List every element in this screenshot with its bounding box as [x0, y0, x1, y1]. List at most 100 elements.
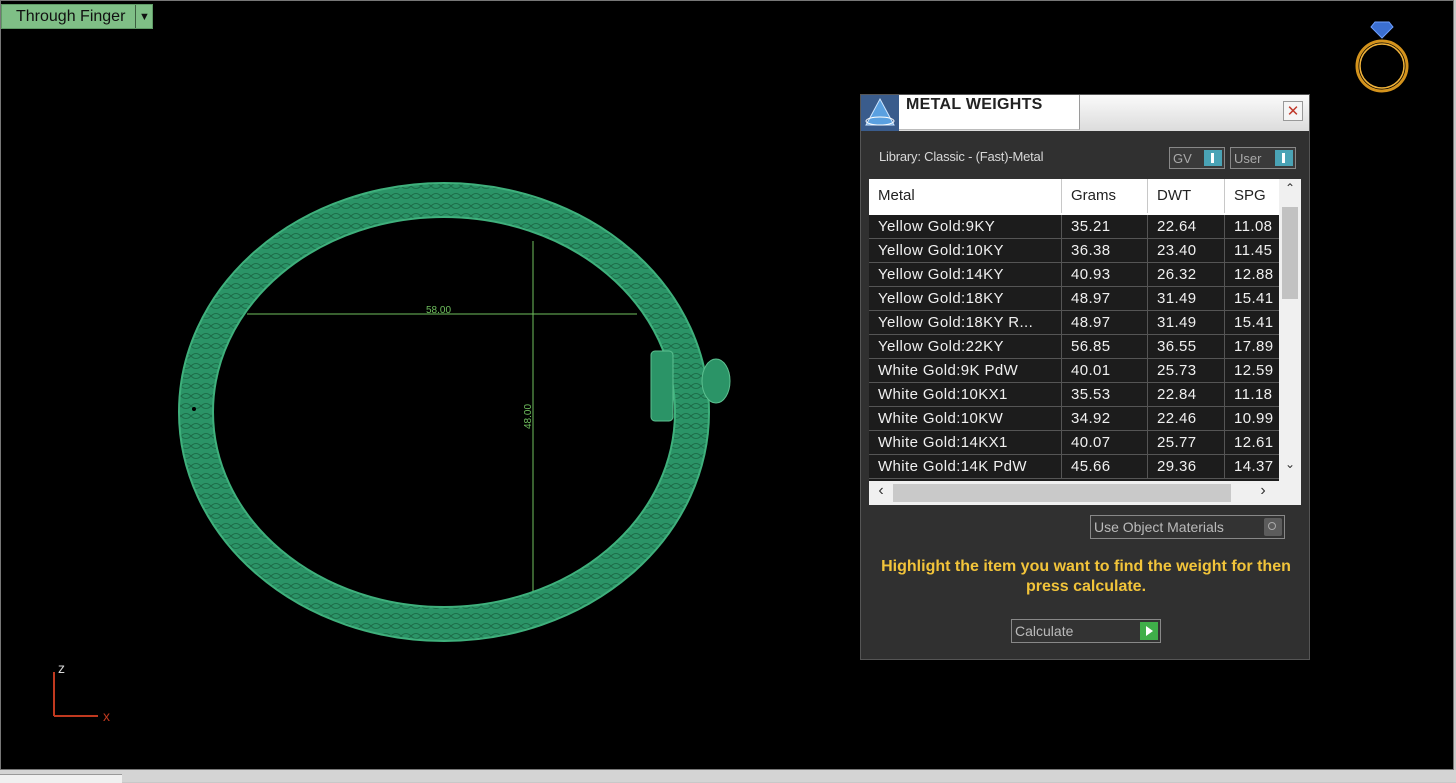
cell-grams: 34.92: [1062, 407, 1148, 430]
axis-z-label: z: [58, 660, 65, 676]
cell-grams: 56.85: [1062, 335, 1148, 358]
cell-spg: 11.08: [1234, 218, 1273, 235]
cell-metal: Yellow Gold:9KY: [869, 215, 1062, 238]
toggle-switch-icon[interactable]: [1204, 150, 1222, 166]
toggle-switch-icon[interactable]: [1275, 150, 1293, 166]
cell-dwt: 25.73: [1148, 359, 1225, 382]
cell-grams: 48.97: [1062, 287, 1148, 310]
cell-grams: 40.07: [1062, 431, 1148, 454]
column-header-dwt[interactable]: DWT: [1148, 179, 1225, 213]
table-row[interactable]: Yellow Gold:10KY 36.38 23.40 11.45: [869, 239, 1279, 263]
seam-dot: [192, 407, 196, 411]
cell-metal: White Gold:10KX1: [869, 383, 1062, 406]
table-row[interactable]: White Gold:14K PdW 45.66 29.36 14.37: [869, 455, 1279, 479]
status-strip: [0, 770, 1456, 783]
cell-grams: 35.21: [1062, 215, 1148, 238]
gemvision-logo-icon: [861, 95, 899, 131]
cell-spg: 12.88: [1234, 266, 1274, 283]
horizontal-scrollbar[interactable]: ‹ ›: [869, 481, 1301, 505]
cell-spg: 10.99: [1234, 410, 1274, 427]
table-row[interactable]: Yellow Gold:18KY R... 48.97 31.49 15.41: [869, 311, 1279, 335]
cell-dwt: 22.46: [1148, 407, 1225, 430]
cell-dwt: 29.36: [1148, 455, 1225, 478]
axis-indicator: z x: [53, 660, 110, 724]
ring-band: [179, 183, 709, 641]
user-toggle-label: User: [1234, 150, 1262, 166]
table-row[interactable]: White Gold:10KW 34.92 22.46 10.99: [869, 407, 1279, 431]
gv-toggle[interactable]: GV: [1169, 147, 1225, 169]
cell-metal: Yellow Gold:14KY: [869, 263, 1062, 286]
cell-grams: 36.38: [1062, 239, 1148, 262]
cell-dwt: 31.49: [1148, 287, 1225, 310]
metal-weights-dialog[interactable]: METAL WEIGHTS ✕ Library: Classic - (Fast…: [860, 94, 1310, 660]
table-row[interactable]: Yellow Gold:22KY 56.85 36.55 17.89: [869, 335, 1279, 359]
cell-spg: 15.41: [1234, 290, 1274, 307]
cell-metal: White Gold:10KW: [869, 407, 1062, 430]
cell-metal: Yellow Gold:10KY: [869, 239, 1062, 262]
scrollbar-thumb[interactable]: [893, 484, 1231, 502]
cell-spg: 11.18: [1234, 386, 1273, 403]
instruction-text: Highlight the item you want to find the …: [881, 558, 1291, 595]
cell-dwt: 31.49: [1148, 311, 1225, 334]
dialog-title-bar[interactable]: METAL WEIGHTS ✕: [861, 95, 1309, 131]
calculate-button[interactable]: Calculate: [1011, 619, 1161, 643]
cell-grams: 40.01: [1062, 359, 1148, 382]
cell-metal: Yellow Gold:18KY R...: [869, 311, 1062, 334]
table-row[interactable]: White Gold:14KX1 40.07 25.77 12.61: [869, 431, 1279, 455]
gv-toggle-label: GV: [1173, 150, 1192, 166]
cell-spg: 12.59: [1234, 362, 1274, 379]
cell-spg: 11.45: [1234, 242, 1273, 259]
cell-dwt: 26.32: [1148, 263, 1225, 286]
axis-x-label: x: [103, 708, 110, 724]
table-row[interactable]: White Gold:10KX1 35.53 22.84 11.18: [869, 383, 1279, 407]
scrollbar-thumb[interactable]: [1282, 207, 1298, 299]
column-header-spg[interactable]: SPG: [1225, 179, 1279, 213]
cell-dwt: 25.77: [1148, 431, 1225, 454]
table-body: Yellow Gold:9KY 35.21 22.64 11.08 Yellow Go…: [869, 215, 1279, 481]
dimension-vertical-label: 48.00: [523, 404, 534, 429]
table-row[interactable]: Yellow Gold:14KY 40.93 26.32 12.88: [869, 263, 1279, 287]
close-icon[interactable]: ✕: [1283, 101, 1303, 121]
chevron-left-icon[interactable]: ‹: [871, 482, 891, 500]
user-toggle[interactable]: User: [1230, 147, 1296, 169]
chevron-up-icon[interactable]: ⌃: [1279, 181, 1301, 201]
cell-dwt: 36.55: [1148, 335, 1225, 358]
cell-metal: Yellow Gold:18KY: [869, 287, 1062, 310]
ring-clasp-knob: [701, 358, 731, 404]
cell-spg: 14.37: [1234, 458, 1274, 475]
cell-metal: Yellow Gold:22KY: [869, 335, 1062, 358]
cell-metal: White Gold:9K PdW: [869, 359, 1062, 382]
table-row[interactable]: Yellow Gold:9KY 35.21 22.64 11.08: [869, 215, 1279, 239]
cell-grams: 40.93: [1062, 263, 1148, 286]
cell-spg: 15.41: [1234, 314, 1274, 331]
ring-icon[interactable]: [1351, 16, 1413, 96]
chevron-right-icon[interactable]: ›: [1253, 482, 1273, 500]
cell-dwt: 22.84: [1148, 383, 1225, 406]
calculate-label: Calculate: [1015, 623, 1074, 639]
table-row[interactable]: Yellow Gold:18KY 48.97 31.49 15.41: [869, 287, 1279, 311]
cell-spg: 17.89: [1234, 338, 1274, 355]
radio-icon[interactable]: [1264, 518, 1282, 536]
dimension-horizontal-label: 58.00: [426, 305, 451, 316]
use-object-materials-label: Use Object Materials: [1094, 519, 1224, 535]
cell-grams: 45.66: [1062, 455, 1148, 478]
cell-grams: 35.53: [1062, 383, 1148, 406]
cell-metal: White Gold:14K PdW: [869, 455, 1062, 478]
3d-viewport[interactable]: Through Finger ▼ 58.00 48.00 z x METAL W…: [0, 0, 1454, 770]
table-row[interactable]: White Gold:9K PdW 40.01 25.73 12.59: [869, 359, 1279, 383]
ring-band-inner-edge: [212, 216, 676, 608]
vertical-scrollbar[interactable]: ⌃ ⌄: [1279, 179, 1301, 481]
ring-clasp: [650, 350, 674, 422]
dialog-title: METAL WEIGHTS: [906, 96, 1043, 113]
column-header-grams[interactable]: Grams: [1062, 179, 1148, 213]
cell-metal: White Gold:14KX1: [869, 431, 1062, 454]
column-header-metal[interactable]: Metal: [869, 179, 1062, 213]
metal-table[interactable]: Metal Grams DWT SPG Yellow Gold:9KY 35.21…: [869, 179, 1301, 505]
play-icon[interactable]: [1140, 622, 1158, 640]
library-label: Library: Classic - (Fast)-Metal: [879, 149, 1044, 164]
cell-dwt: 22.64: [1148, 215, 1225, 238]
cell-dwt: 23.40: [1148, 239, 1225, 262]
cell-spg: 12.61: [1234, 434, 1274, 451]
use-object-materials-toggle[interactable]: Use Object Materials: [1090, 515, 1285, 539]
chevron-down-icon[interactable]: ⌄: [1279, 457, 1301, 477]
